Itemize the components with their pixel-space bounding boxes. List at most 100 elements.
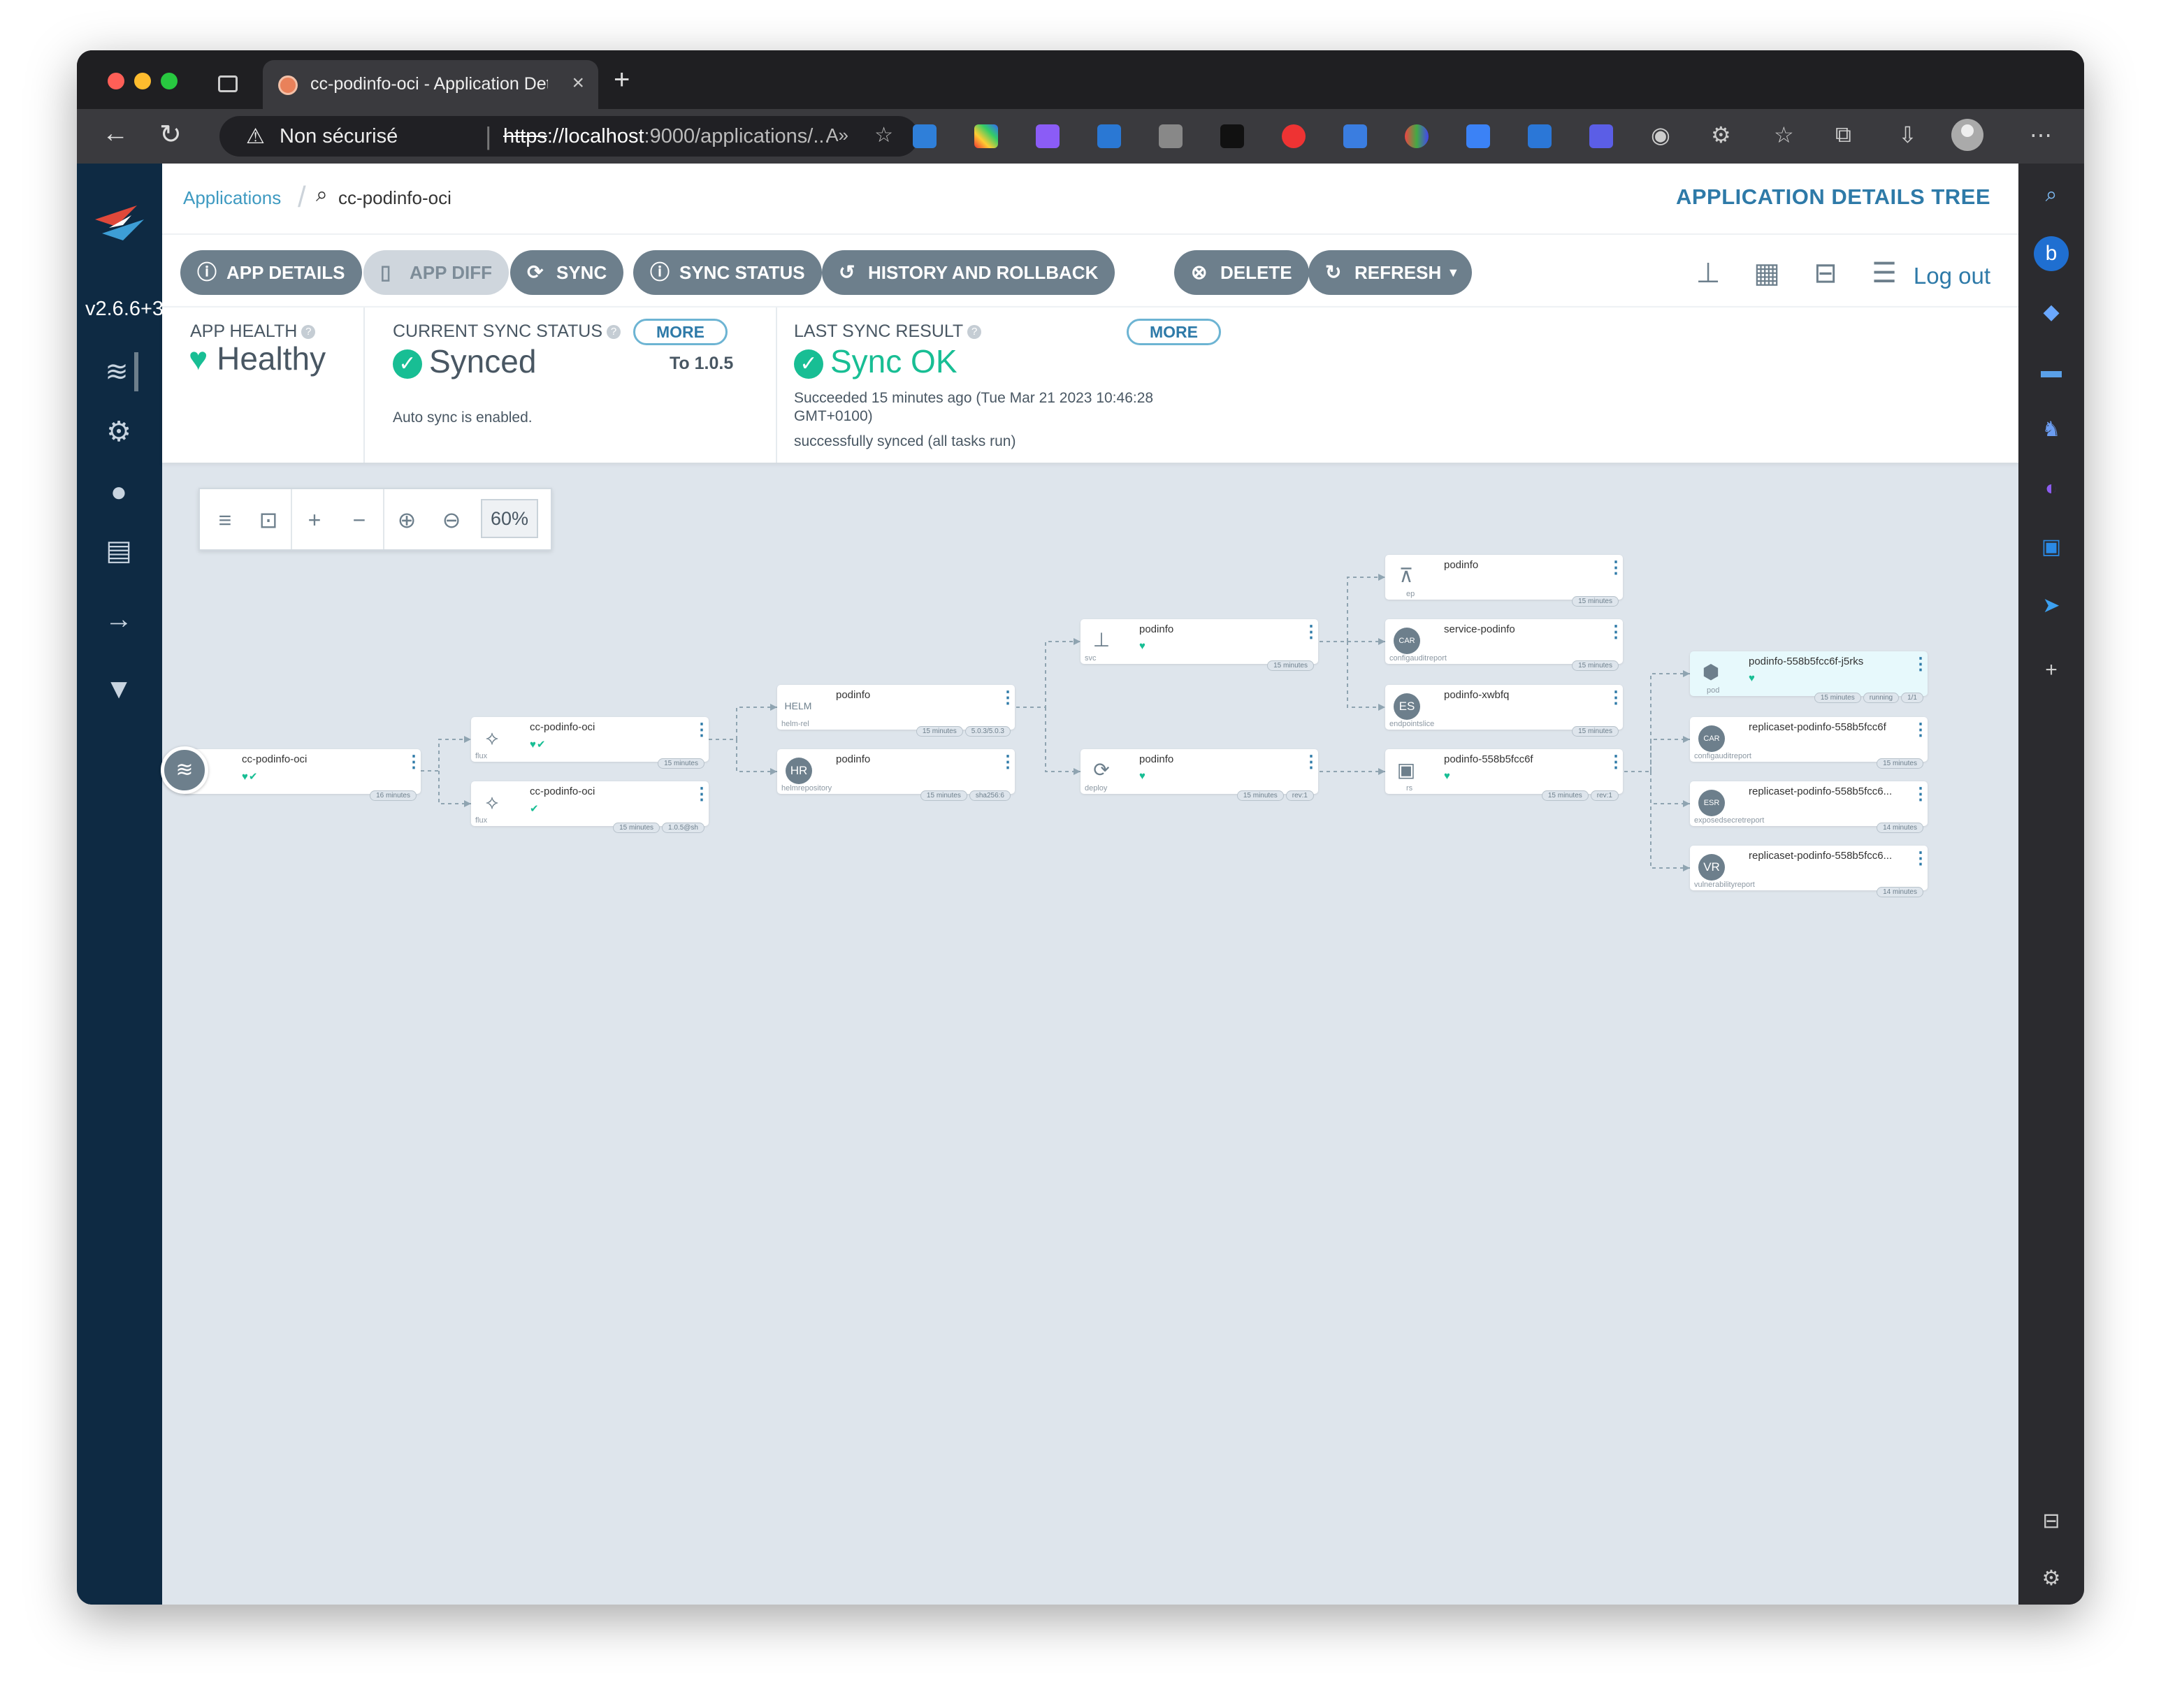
node-menu-icon[interactable]: ⋮ xyxy=(999,754,1016,771)
node-menu-icon[interactable]: ⋮ xyxy=(1303,624,1320,641)
search-icon[interactable]: ⌕ xyxy=(2034,178,2069,212)
extension-icon[interactable] xyxy=(913,124,937,148)
zoom-level[interactable]: 60% xyxy=(481,499,538,538)
address-bar[interactable]: ⚠ Non sécurisé | https://localhost:9000/… xyxy=(219,116,918,157)
node-menu-icon[interactable]: ⋮ xyxy=(1912,786,1929,803)
favorites-icon[interactable]: ☆ xyxy=(1774,122,1794,148)
tab-actions-icon[interactable] xyxy=(218,75,238,92)
sidebar-toggle-icon[interactable]: ⊟ xyxy=(2034,1504,2069,1539)
node-menu-icon[interactable]: ⋮ xyxy=(693,722,710,739)
close-window-button[interactable] xyxy=(108,73,124,89)
fit-view-icon[interactable]: ⊡ xyxy=(254,506,282,534)
extension-s-icon[interactable] xyxy=(1097,124,1121,148)
nav-applications-icon[interactable]: ≋ xyxy=(99,352,138,391)
shopping-tag-icon[interactable]: ◆ xyxy=(2034,295,2069,330)
tree-node-pod[interactable]: ⬢ podinfo-558b5fcc6f-j5rks ♥ pod ⋮ 15 mi… xyxy=(1690,651,1929,703)
tree-node-rs-config-audit-report[interactable]: CAR replicaset-podinfo-558b5fcc6f config… xyxy=(1690,717,1929,769)
search-icon[interactable]: ⌕ xyxy=(316,183,328,207)
nav-user-icon[interactable]: ● xyxy=(99,472,138,512)
bing-chat-icon[interactable]: b xyxy=(2034,236,2069,271)
node-menu-icon[interactable]: ⋮ xyxy=(1607,560,1624,577)
zoom-out-icon[interactable]: ⊖ xyxy=(438,506,465,534)
network-view-icon[interactable]: ⊟ xyxy=(1807,257,1844,289)
nav-docs-icon[interactable]: ▤ xyxy=(99,531,138,570)
zoom-in-icon[interactable]: ⊕ xyxy=(393,506,421,534)
extension-icon[interactable] xyxy=(1036,124,1060,148)
downloads-icon[interactable]: ⇩ xyxy=(1898,122,1917,148)
tree-node-endpoint-slice[interactable]: ES podinfo-xwbfq endpointslice ⋮ 15 minu… xyxy=(1385,685,1624,737)
align-left-icon[interactable]: ≡ xyxy=(211,506,239,534)
tree-node-flux-1[interactable]: ⟡ cc-podinfo-oci ♥✔ flux ⋮ 15 minutes xyxy=(471,717,710,769)
extension-icon[interactable] xyxy=(1343,124,1367,148)
sync-status-button[interactable]: ⓘ SYNC STATUS xyxy=(633,250,822,295)
node-menu-icon[interactable]: ⋮ xyxy=(1912,722,1929,739)
tab-close-icon[interactable]: × xyxy=(572,71,584,95)
expand-plus-icon[interactable]: + xyxy=(301,506,328,534)
tree-node-helm-repository[interactable]: HR podinfo helmrepository ⋮ 15 minutes sh… xyxy=(777,749,1016,801)
add-icon[interactable]: + xyxy=(2034,653,2069,688)
tree-view-icon[interactable]: ⊥ xyxy=(1690,257,1726,289)
history-rollback-button[interactable]: ↺ HISTORY AND ROLLBACK xyxy=(822,250,1115,295)
nav-expand-arrow-icon[interactable]: → xyxy=(99,600,138,639)
collapse-minus-icon[interactable]: − xyxy=(345,506,373,534)
breadcrumb-app-name[interactable]: cc-podinfo-oci xyxy=(338,187,451,209)
tree-node-deployment[interactable]: ⟳ podinfo ♥ deploy ⋮ 15 minutes rev:1 xyxy=(1080,749,1320,801)
collections-icon[interactable]: ⧉ xyxy=(1835,122,1851,148)
delete-button[interactable]: ⊗ DELETE xyxy=(1174,250,1309,295)
help-icon[interactable]: ? xyxy=(967,325,982,340)
tree-node-helm-release[interactable]: HELM podinfo helm-rel ⋮ 15 minutes 5.0.3/… xyxy=(777,685,1016,737)
refresh-button[interactable]: ↻ REFRESH ▼ xyxy=(1308,250,1473,295)
read-aloud-icon[interactable]: A» xyxy=(826,124,848,146)
node-menu-icon[interactable]: ⋮ xyxy=(1607,690,1624,707)
nav-settings-icon[interactable]: ⚙ xyxy=(99,412,138,451)
extension-icon[interactable] xyxy=(1466,124,1490,148)
settings-gear-icon[interactable]: ⚙ xyxy=(2034,1561,2069,1596)
help-icon[interactable]: ? xyxy=(301,325,316,340)
browser-tab[interactable]: cc-podinfo-oci - Application Details × xyxy=(263,60,598,109)
tree-node-service[interactable]: ⊥ podinfo ♥ svc ⋮ 15 minutes xyxy=(1080,619,1320,671)
profile-avatar[interactable] xyxy=(1951,119,1983,151)
minimize-window-button[interactable] xyxy=(134,73,151,89)
tree-node-exposed-secret-report[interactable]: ESR replicaset-podinfo-558b5fcc6... expo… xyxy=(1690,781,1929,833)
last-sync-more-button[interactable]: MORE xyxy=(1127,319,1221,345)
sync-button[interactable]: ⟳ SYNC xyxy=(510,250,624,295)
more-menu-icon[interactable]: ⋯ xyxy=(2030,122,2052,148)
tree-node-endpoints[interactable]: ⊼ podinfo ep ⋮ 15 minutes xyxy=(1385,555,1624,607)
tree-node-root[interactable]: ≋ cc-podinfo-oci ♥✔ ⋮ 16 minutes xyxy=(161,746,422,801)
help-icon[interactable]: ? xyxy=(607,325,621,340)
tools-briefcase-icon[interactable]: ▬ xyxy=(2034,354,2069,389)
argo-logo-icon[interactable] xyxy=(88,191,151,254)
breadcrumb-applications[interactable]: Applications xyxy=(183,187,281,209)
node-menu-icon[interactable]: ⋮ xyxy=(999,690,1016,707)
tree-node-replicaset[interactable]: ▣ podinfo-558b5fcc6f ♥ rs ⋮ 15 minutes re… xyxy=(1385,749,1624,801)
record-icon[interactable]: ◉ xyxy=(1651,122,1670,148)
reload-icon[interactable]: ↻ xyxy=(159,119,182,150)
extensions-puzzle-icon[interactable]: ⚙ xyxy=(1711,122,1731,148)
microsoft-365-icon[interactable]: ◐ xyxy=(2034,471,2069,506)
new-tab-button[interactable]: + xyxy=(614,64,630,96)
extension-icon[interactable] xyxy=(1282,124,1306,148)
tree-node-config-audit-report[interactable]: CAR service-podinfo configauditreport ⋮ … xyxy=(1385,619,1624,671)
extension-icon[interactable] xyxy=(1528,124,1552,148)
outlook-icon[interactable]: ▣ xyxy=(2034,530,2069,565)
tree-node-flux-2[interactable]: ⟡ cc-podinfo-oci ✔ flux ⋮ 15 minutes 1.0.… xyxy=(471,781,710,833)
extension-icon[interactable] xyxy=(1405,124,1429,148)
extension-m-icon[interactable] xyxy=(1220,124,1244,148)
extension-color-icon[interactable] xyxy=(974,124,998,148)
games-icon[interactable]: ♞ xyxy=(2034,412,2069,447)
node-menu-icon[interactable]: ⋮ xyxy=(1912,851,1929,867)
send-icon[interactable]: ➤ xyxy=(2034,588,2069,623)
grid-view-icon[interactable]: ▦ xyxy=(1749,257,1785,289)
node-menu-icon[interactable]: ⋮ xyxy=(693,786,710,803)
extension-icon[interactable] xyxy=(1159,124,1183,148)
logout-link[interactable]: Log out xyxy=(1914,263,1990,289)
list-view-icon[interactable]: ☰ xyxy=(1866,257,1902,289)
extension-icon[interactable] xyxy=(1589,124,1613,148)
app-diff-button[interactable]: ▯ APP DIFF xyxy=(363,250,509,295)
node-menu-icon[interactable]: ⋮ xyxy=(1607,754,1624,771)
nav-filter-icon[interactable]: ▼ xyxy=(99,670,138,709)
node-menu-icon[interactable]: ⋮ xyxy=(1607,624,1624,641)
node-menu-icon[interactable]: ⋮ xyxy=(1912,656,1929,673)
sync-more-button[interactable]: MORE xyxy=(633,319,728,345)
node-menu-icon[interactable]: ⋮ xyxy=(405,754,422,771)
